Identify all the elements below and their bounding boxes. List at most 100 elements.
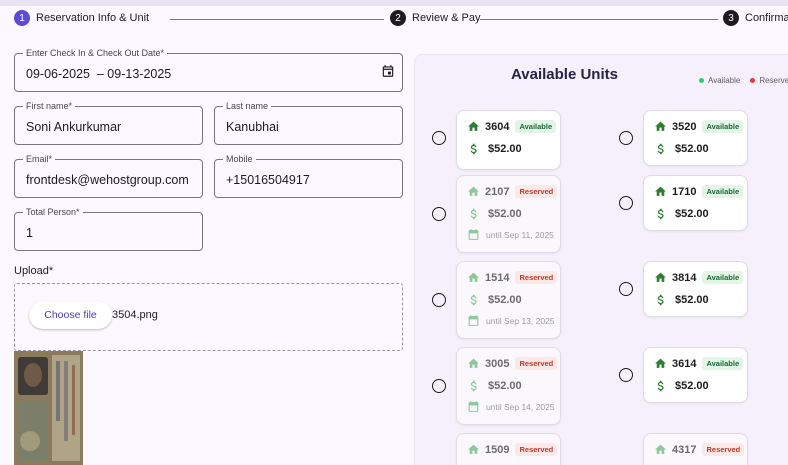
unit-header-row: 2107 Reserved (467, 185, 558, 198)
unit-card-3005[interactable]: 3005 Reserved $52.00 until Sep 14, 2025 (456, 347, 561, 425)
unit-status-badge: Reserved (515, 443, 558, 456)
home-icon (655, 272, 666, 282)
step-2-label: Review & Pay (412, 12, 481, 24)
email-label: Email* (23, 154, 56, 165)
available-units-title: Available Units (511, 66, 618, 83)
unit-price: $52.00 (488, 208, 522, 220)
unit-card-3520[interactable]: 3520 Available $52.00 (643, 110, 748, 166)
date-range-label: Enter Check In & Check Out Date* (23, 48, 168, 59)
step-2-number: 2 (390, 10, 406, 26)
unit-until-row: until Sep 13, 2025 (467, 314, 555, 327)
upload-label: Upload* (14, 265, 54, 277)
unit-price-row: $52.00 (654, 379, 709, 393)
home-icon (468, 358, 479, 368)
unit-radio-3520[interactable] (619, 131, 633, 145)
unit-status-badge: Reserved (515, 185, 558, 198)
unit-price: $52.00 (675, 208, 709, 220)
unit-radio-3614[interactable] (619, 368, 633, 382)
total-person-field[interactable]: Total Person* 1 (14, 207, 203, 251)
dollar-icon (657, 143, 664, 155)
unit-number: 3614 (672, 357, 697, 370)
unit-status-badge: Available (515, 120, 557, 133)
unit-card-3604[interactable]: 3604 Available $52.00 (456, 110, 561, 170)
email-field[interactable]: Email* frontdesk@wehostgroup.com (14, 154, 203, 198)
unit-price: $52.00 (675, 294, 709, 306)
unit-radio-1514[interactable] (432, 293, 446, 307)
home-icon (468, 444, 479, 454)
calendar-icon[interactable] (381, 64, 395, 78)
unit-price-row: $52.00 (654, 293, 709, 307)
unit-status-badge: Available (702, 120, 744, 133)
unit-reserved-until: until Sep 14, 2025 (486, 401, 555, 412)
unit-card-1514[interactable]: 1514 Reserved $52.00 until Sep 13, 2025 (456, 261, 561, 339)
unit-card-1509[interactable]: 1509 Reserved (456, 433, 561, 465)
unit-header-row: 1710 Available (654, 185, 744, 198)
calendar-icon (468, 401, 479, 412)
dollar-icon (657, 294, 664, 306)
home-icon (468, 186, 479, 196)
mobile-label: Mobile (223, 154, 256, 165)
unit-card-1710[interactable]: 1710 Available $52.00 (643, 175, 748, 231)
unit-reserved-until: until Sep 13, 2025 (486, 315, 555, 326)
unit-until-row: until Sep 11, 2025 (467, 228, 554, 241)
mobile-value: +15016504917 (226, 173, 310, 187)
unit-status-badge: Reserved (702, 443, 745, 456)
unit-radio-3604[interactable] (432, 131, 446, 145)
upload-dropzone[interactable]: Choose file 3504.png (14, 283, 403, 351)
unit-status-badge: Available (702, 185, 744, 198)
step-3[interactable]: 3 Confirmat (723, 10, 788, 26)
dollar-icon (470, 208, 477, 220)
unit-header-row: 1509 Reserved (467, 443, 558, 456)
calendar-icon (468, 315, 479, 326)
unit-status-badge: Reserved (515, 271, 558, 284)
top-bar (0, 0, 788, 6)
unit-status-badge: Available (702, 357, 744, 370)
id-card-photo-icon (14, 351, 83, 465)
first-name-value: Soni Ankurkumar (26, 120, 122, 134)
first-name-field[interactable]: First name* Soni Ankurkumar (14, 101, 203, 145)
unit-price-row: $52.00 (467, 379, 522, 393)
legend-available: Available (708, 76, 741, 85)
dollar-icon (657, 380, 664, 392)
available-legend-dot (699, 78, 704, 83)
unit-number: 4317 (672, 443, 697, 456)
unit-number: 1509 (485, 443, 510, 456)
mobile-field[interactable]: Mobile +15016504917 (214, 154, 403, 198)
unit-radio-1710[interactable] (619, 196, 633, 210)
unit-price: $52.00 (488, 380, 522, 392)
unit-radio-3005[interactable] (432, 379, 446, 393)
unit-card-4317[interactable]: 4317 Reserved (643, 433, 748, 465)
dollar-icon (657, 208, 664, 220)
dollar-icon (470, 294, 477, 306)
step-3-label: Confirmat (745, 12, 788, 24)
unit-number: 1514 (485, 271, 510, 284)
date-range-field[interactable]: Enter Check In & Check Out Date* 09-06-2… (14, 48, 403, 92)
date-range-value: 09-06-2025 – 09-13-2025 (26, 67, 172, 81)
calendar-icon (468, 229, 479, 240)
home-icon (655, 121, 666, 131)
first-name-label: First name* (23, 101, 76, 112)
unit-price-row: $52.00 (654, 142, 709, 156)
unit-price-row: $52.00 (467, 142, 522, 156)
step-connector-2 (480, 19, 718, 20)
unit-status-badge: Reserved (515, 357, 558, 370)
last-name-field[interactable]: Last name Kanubhai (214, 101, 403, 145)
step-1-number: 1 (14, 10, 30, 26)
step-2[interactable]: 2 Review & Pay (390, 10, 480, 26)
step-1[interactable]: 1 Reservation Info & Unit (14, 10, 149, 26)
unit-radio-2107[interactable] (432, 207, 446, 221)
unit-card-2107[interactable]: 2107 Reserved $52.00 until Sep 11, 2025 (456, 175, 561, 253)
unit-number: 3005 (485, 357, 510, 370)
unit-card-3814[interactable]: 3814 Available $52.00 (643, 261, 748, 317)
reserved-legend-dot (750, 78, 756, 83)
unit-radio-3814[interactable] (619, 282, 633, 296)
unit-reserved-until: until Sep 11, 2025 (486, 229, 554, 240)
unit-price: $52.00 (488, 143, 522, 155)
unit-price: $52.00 (675, 143, 709, 155)
legend-reserved: Reserved (759, 76, 788, 85)
unit-number: 3604 (485, 120, 510, 133)
choose-file-button[interactable]: Choose file (29, 301, 112, 329)
unit-number: 2107 (485, 185, 510, 198)
unit-card-3614[interactable]: 3614 Available $52.00 (643, 347, 748, 403)
unit-header-row: 3604 Available (467, 120, 557, 133)
